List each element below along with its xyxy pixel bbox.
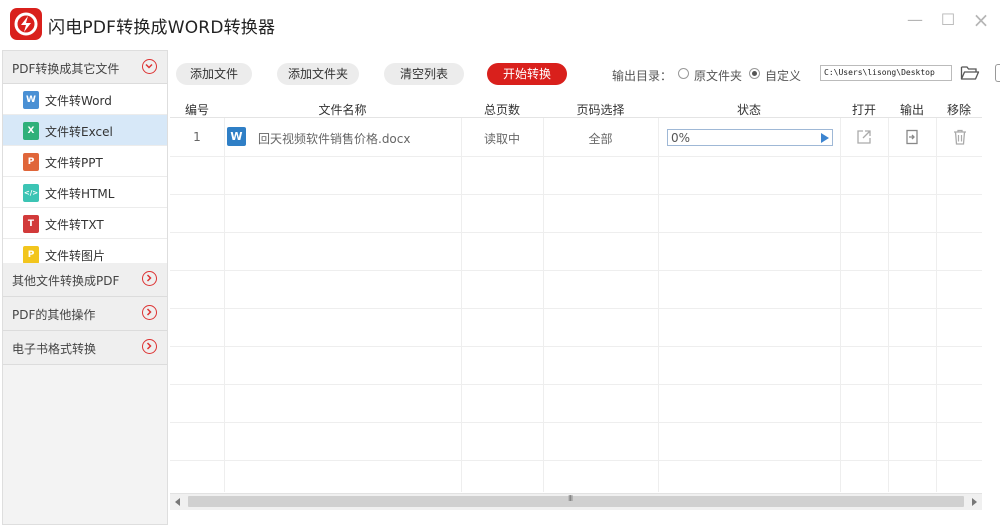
radio-custom[interactable] (749, 68, 760, 79)
close-button[interactable]: × (970, 10, 992, 30)
sidebar-item-label: 文件转Word (45, 94, 112, 108)
play-icon[interactable] (821, 133, 829, 143)
grid-line (170, 384, 982, 385)
open-external-icon[interactable] (855, 128, 873, 146)
grid-line (936, 118, 937, 492)
sidebar-item-to-txt[interactable]: T 文件转TXT (3, 208, 167, 239)
table-header: 编号 文件名称 总页数 页码选择 状态 打开 输出 移除 (170, 96, 982, 118)
sidebar-item-label: 文件转HTML (45, 187, 115, 201)
col-output-header: 输出 (899, 103, 924, 117)
sidebar-item-label: 文件转图片 (45, 249, 106, 263)
clear-list-button[interactable]: 清空列表 (384, 63, 464, 85)
expand-icon[interactable] (142, 339, 157, 354)
sidebar-item-to-excel[interactable]: X 文件转Excel (3, 115, 167, 146)
radio-original-folder[interactable] (678, 68, 689, 79)
word-file-icon: W (23, 91, 39, 109)
sidebar-category-label: 其他文件转换成PDF (12, 274, 120, 288)
grid-line (170, 422, 982, 423)
output-dir-label: 输出目录： (612, 69, 673, 83)
title-bar: 闪电PDF转换成WORD转换器 — ☐ × (0, 0, 1000, 48)
minimize-button[interactable]: — (904, 10, 926, 30)
vertical-scroll-area (982, 96, 998, 492)
grid-line (170, 156, 982, 157)
grid-line (170, 308, 982, 309)
image-file-icon: P (23, 246, 39, 264)
sidebar-category-label: 电子书格式转换 (12, 342, 97, 356)
row-pages: 读取中 (483, 132, 520, 146)
expand-icon[interactable] (142, 271, 157, 286)
grid-line (170, 460, 982, 461)
sidebar-category-ebook-convert[interactable]: 电子书格式转换 (3, 331, 167, 365)
export-icon[interactable] (903, 128, 921, 146)
txt-file-icon: T (23, 215, 39, 233)
overflow-button[interactable] (995, 64, 1000, 82)
row-index: 1 (193, 130, 201, 144)
col-filename-header: 文件名称 (318, 103, 367, 117)
row-filename: 回天视频软件销售价格.docx (258, 132, 411, 146)
col-remove-header: 移除 (946, 103, 971, 117)
add-file-button[interactable]: 添加文件 (176, 63, 252, 85)
radio-custom-label[interactable]: 自定义 (765, 67, 801, 84)
grid-line (840, 118, 841, 492)
scroll-right-icon[interactable] (972, 498, 977, 506)
sidebar-item-to-html[interactable]: </> 文件转HTML (3, 177, 167, 208)
grid-line (543, 118, 544, 492)
trash-icon[interactable] (951, 128, 969, 146)
sidebar-item-to-ppt[interactable]: P 文件转PPT (3, 146, 167, 177)
bottom-strip (170, 511, 1000, 529)
sidebar: PDF转换成其它文件 W 文件转Word X 文件转Excel P 文件转PPT… (2, 50, 168, 525)
col-status-header: 状态 (736, 103, 761, 117)
sidebar-category-label: PDF转换成其它文件 (12, 62, 120, 76)
start-convert-button[interactable]: 开始转换 (487, 63, 567, 85)
sidebar-item-to-word[interactable]: W 文件转Word (3, 84, 167, 115)
grid-line (224, 118, 225, 492)
toolbar: 添加文件 添加文件夹 清空列表 开始转换 输出目录： 原文件夹 自定义 C:\U… (170, 50, 1000, 96)
browse-folder-icon[interactable] (960, 64, 980, 82)
grid-line (170, 194, 982, 195)
maximize-button[interactable]: ☐ (937, 10, 959, 30)
sidebar-item-label: 文件转TXT (45, 218, 104, 232)
row-page-select[interactable]: 全部 (543, 130, 658, 147)
expand-icon[interactable] (142, 305, 157, 320)
grid-line (461, 118, 462, 492)
file-table: 编号 文件名称 总页数 页码选择 状态 打开 输出 移除 1 W 回天视频软件销… (170, 96, 982, 492)
add-folder-button[interactable]: 添加文件夹 (277, 63, 359, 85)
col-open-header: 打开 (851, 103, 876, 117)
ppt-file-icon: P (23, 153, 39, 171)
grid-line (170, 232, 982, 233)
col-pages-header: 总页数 (483, 103, 520, 117)
sidebar-category-other-to-pdf[interactable]: 其他文件转换成PDF (3, 263, 167, 297)
row-status-text: 0% (671, 131, 691, 145)
radio-original-folder-label[interactable]: 原文件夹 (694, 67, 742, 84)
output-path-field[interactable]: C:\Users\lisong\Desktop (820, 65, 952, 81)
col-page-select-header: 页码选择 (576, 103, 625, 117)
grid-line (170, 270, 982, 271)
scroll-left-icon[interactable] (175, 498, 180, 506)
collapse-icon[interactable] (142, 59, 157, 74)
sidebar-item-label: 文件转PPT (45, 156, 103, 170)
sidebar-category-pdf-to-other[interactable]: PDF转换成其它文件 (3, 51, 167, 84)
excel-file-icon: X (23, 122, 39, 140)
horizontal-scrollbar[interactable]: III (170, 493, 982, 510)
grid-line (170, 346, 982, 347)
scroll-thumb[interactable]: III (188, 494, 964, 507)
grid-line (888, 118, 889, 492)
sidebar-category-pdf-other-ops[interactable]: PDF的其他操作 (3, 297, 167, 331)
sidebar-category-label: PDF的其他操作 (12, 308, 96, 322)
html-file-icon: </> (23, 184, 39, 202)
grid-line (658, 118, 659, 492)
col-index-header: 编号 (184, 103, 209, 117)
row-progress-bar: 0% (667, 129, 833, 146)
app-title: 闪电PDF转换成WORD转换器 (48, 18, 276, 38)
app-logo (10, 8, 42, 40)
scroll-grip: III (568, 494, 573, 503)
sidebar-item-label: 文件转Excel (45, 125, 113, 139)
word-doc-icon: W (227, 127, 246, 146)
